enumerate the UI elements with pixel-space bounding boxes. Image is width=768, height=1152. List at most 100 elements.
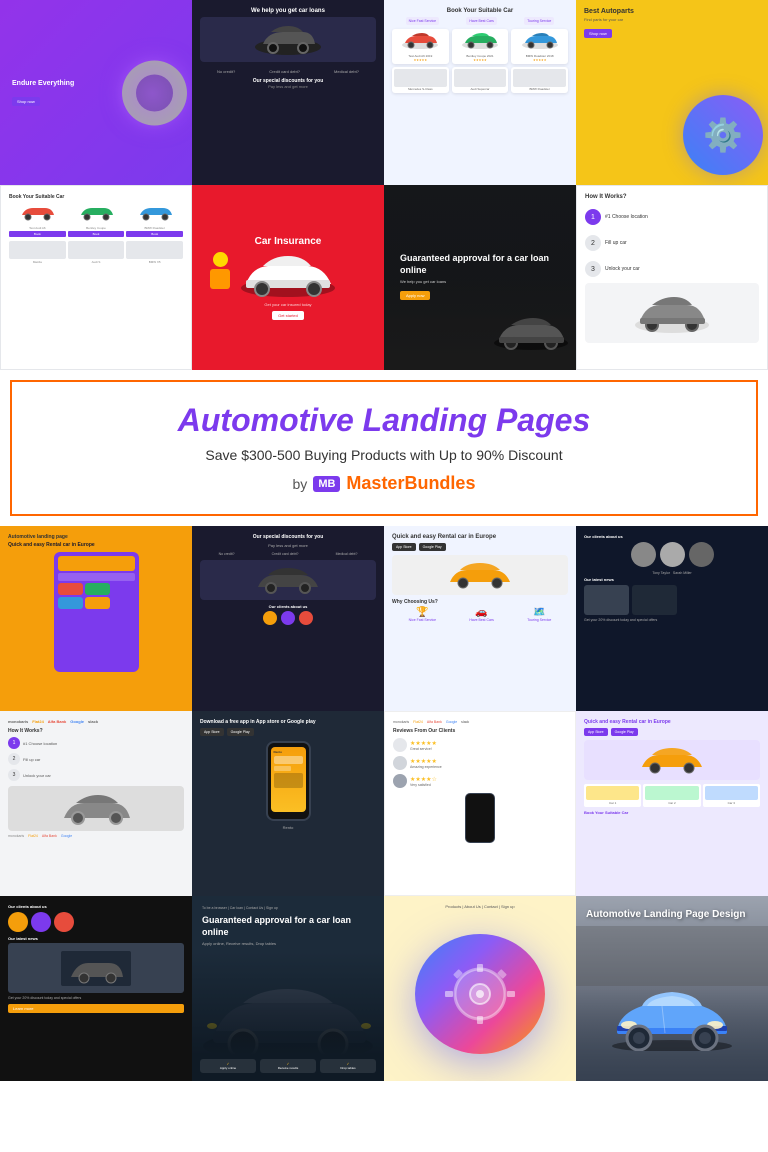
stars-3: ★★★★☆	[410, 776, 437, 783]
dark-car-svg2	[253, 565, 323, 595]
autoparts-title: Best Autoparts	[584, 8, 760, 15]
bottom-r3c1-dark-news: Our clients about us Our latest news	[0, 896, 192, 1081]
scene-guaranteed-title: Guaranteed approval for a car loan onlin…	[202, 915, 374, 938]
clients-title: Our clients about us	[200, 604, 376, 609]
news-cta-btn[interactable]: Learn more	[8, 1004, 184, 1013]
client-photo-3	[689, 542, 714, 567]
rv-logo-5: slack	[461, 720, 469, 724]
phone-bottom-area	[393, 793, 567, 843]
appstore-btn[interactable]: App Store	[392, 543, 416, 551]
car-image-placeholder	[200, 17, 376, 62]
rental-title: Quick and easy Rental car in Europe	[392, 534, 568, 540]
mercedes-dark	[8, 786, 184, 831]
car-photo-svg	[491, 315, 571, 350]
autoparts-btn[interactable]: Shop now	[584, 29, 612, 38]
purple-gplay[interactable]: Google Play	[611, 728, 638, 736]
fiat-svg	[607, 986, 737, 1051]
step-label-2: Fill up car	[23, 757, 40, 762]
purple-rental-title: Quick and easy Rental car in Europe	[584, 719, 760, 725]
masterbundles-name: MasterBundles	[346, 473, 475, 494]
feature-icon-3: 🗺️	[527, 607, 551, 618]
download-app-title: Download a free app in App store or Goog…	[200, 719, 376, 725]
insurance-car-svg	[238, 252, 338, 297]
hero-section: Automotive Landing Pages Save $300-500 B…	[10, 380, 758, 516]
purple-btn[interactable]: Shop now	[12, 97, 40, 106]
phone-car-1	[58, 583, 83, 595]
bottom-r2c1-gray: monokaris Flat24 Alfa Bank Google slack …	[0, 711, 192, 896]
loan-types: No credit? Credit card debt? Medical deb…	[200, 552, 376, 556]
how-step-1: 1 #1 Choose location	[8, 737, 184, 749]
grid-cell-white-book: Book Your Suitable Car Test Audi A6 Book	[0, 185, 192, 370]
logo-3: Alfa Bank	[48, 719, 66, 724]
book-car-title: Book Your Suitable Car	[392, 8, 568, 14]
step-label-3: Unlock your car	[23, 773, 51, 778]
grid-cell-red-insurance: Car Insurance Get your car insured today…	[192, 185, 384, 370]
book-car-title-2: Book Your Suitable Car	[9, 194, 183, 200]
bottom-r2c3-reviews: monokaris Flat24 Alfa Bank Google slack …	[384, 711, 576, 896]
mock-phone-screen	[54, 552, 139, 672]
client-avatars	[200, 611, 376, 625]
bottom-r2c4-purple: Quick and easy Rental car in Europe App …	[576, 711, 768, 896]
review-2: ★★★★★ Amazing experience	[393, 756, 567, 770]
reviews-title: Reviews From Our Clients	[393, 728, 567, 734]
mb-badge: MB	[313, 476, 340, 492]
step-icon-2: 2	[8, 753, 20, 765]
client-names: Tony Taylor Sarah Miller	[584, 571, 760, 575]
step-3-number: 3	[591, 266, 595, 273]
insurance-btn[interactable]: Get started	[272, 311, 304, 320]
guaranteed-scene-text: To be a browser | Car loan | Contact Us …	[192, 896, 384, 956]
stars-2: ★★★★★	[410, 758, 442, 765]
client-photos	[584, 542, 760, 567]
automotive-landing-design-title: Automotive Landing Page Design	[586, 908, 745, 921]
logo-5: slack	[88, 719, 98, 724]
googleplay-btn-2[interactable]: Google Play	[227, 728, 254, 736]
news-text: Get your 20% discount today and special …	[584, 618, 760, 622]
autoparts-subtitle: Find parts for your car	[584, 17, 760, 22]
phone-line1	[58, 573, 135, 581]
orange-subtitle: Quick and easy Rental car in Europe	[8, 542, 184, 548]
hero-brand: by MB MasterBundles	[32, 473, 736, 494]
guaranteed-main-title: Guaranteed approval for a car loan onlin…	[400, 253, 560, 276]
step-3-icon: 3	[585, 261, 601, 277]
mercedes-gray-svg	[56, 791, 136, 826]
news-main-img	[8, 943, 184, 993]
step-1-icon: 1	[585, 209, 601, 225]
phone-cars-2	[58, 597, 135, 609]
logo-2: Flat24	[32, 719, 44, 724]
purple-glow	[115, 56, 190, 131]
guaranteed-btn[interactable]: Apply now	[400, 291, 430, 300]
phone-cars	[58, 583, 135, 595]
grid-cell-guaranteed-photo: Guaranteed approval for a car loan onlin…	[384, 185, 576, 370]
google-btn[interactable]: Google Play	[419, 543, 446, 551]
dark-car-placeholder	[200, 560, 376, 600]
phone-car-2	[85, 583, 110, 595]
engine-emoji: ⚙️	[703, 116, 743, 154]
appstore-btn-2[interactable]: App Store	[200, 728, 224, 736]
logo-b-4: Google	[61, 834, 72, 838]
feature-3-label: Touring Service	[527, 618, 551, 622]
purple-cars-grid: Car 1 Car 2 Car 3	[584, 784, 760, 807]
car-mini-3	[520, 31, 560, 49]
purple-car-area	[584, 740, 760, 780]
news-excerpt: Get your 20% discount today and special …	[8, 996, 184, 1000]
purple-title: Endure Everything	[12, 79, 74, 88]
how-step-3: 3 Unlock your car	[8, 769, 184, 781]
step-apply-label: Apply online	[203, 1066, 253, 1070]
bottom-r3c2-guaranteed: To be a browser | Car loan | Contact Us …	[192, 896, 384, 1081]
cars-white-grid-2: Mazda Audi S BMW X5	[9, 241, 183, 264]
review-3: ★★★★☆ Very satisfied	[393, 774, 567, 788]
why-choosing: Why Choosing Us?	[392, 599, 568, 605]
news-thumbnails	[584, 585, 760, 615]
bg-silhouette	[576, 926, 768, 986]
review-1-content: ★★★★★ Great service!	[410, 740, 437, 751]
dark-pay-less: Pay less and get more	[200, 543, 376, 548]
purple-appstore[interactable]: App Store	[584, 728, 608, 736]
cars-mini-grid: Test Audi A6 2019 ★★★★★ Bentley Coupe 20…	[392, 29, 568, 64]
grid-cell-how-works: How It Works? 1 #1 Choose location 2 Fil…	[576, 185, 768, 370]
brand-logos: monokaris Flat24 Alfa Bank Google slack	[8, 719, 184, 724]
pay-less: Pay less and get more	[200, 84, 376, 89]
car-w2	[76, 203, 116, 221]
latest-news-dark: Our latest news	[8, 936, 184, 941]
car-w3	[135, 203, 175, 221]
phone-mockup-area: Rento	[200, 741, 376, 821]
